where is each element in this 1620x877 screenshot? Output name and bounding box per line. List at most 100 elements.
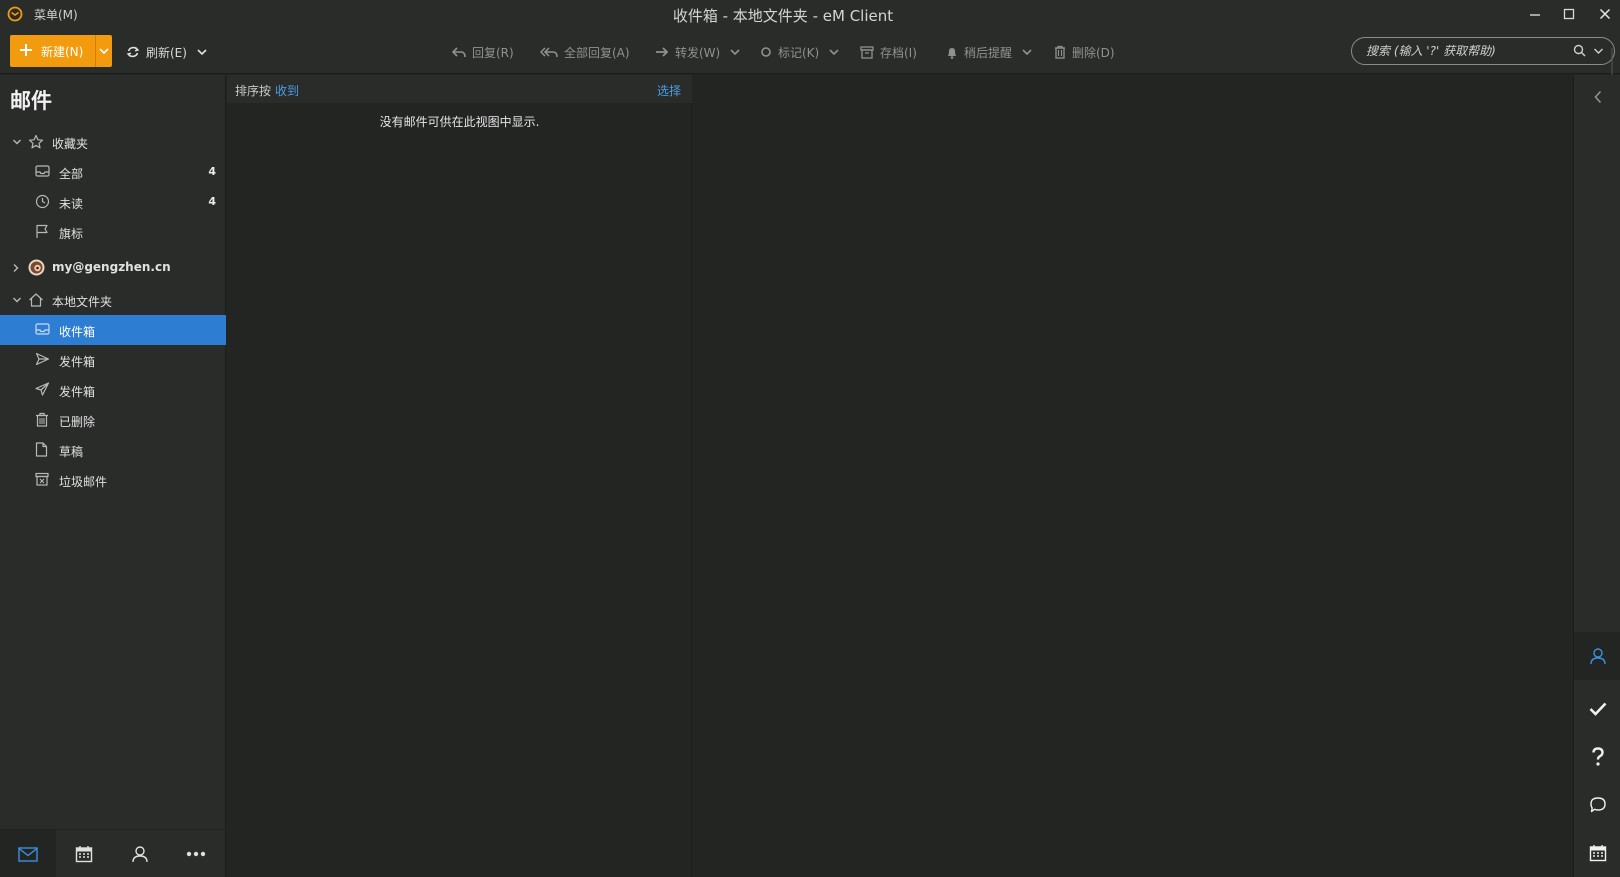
select-link[interactable]: 选择	[657, 82, 681, 99]
account-label: my@gengzhen.cn	[52, 260, 171, 274]
sidebar-item-flagged[interactable]: 旗标	[0, 217, 226, 247]
chat-button[interactable]	[1574, 781, 1620, 829]
calendar-icon	[1589, 844, 1607, 862]
person-icon	[131, 845, 149, 863]
sidebar-item-outbox[interactable]: 发件箱	[0, 345, 226, 375]
trash-icon	[1054, 45, 1066, 59]
snooze-button[interactable]: 稍后提醒	[946, 42, 1033, 62]
sidebar-item-deleted[interactable]: 已删除	[0, 405, 226, 435]
archive-label: 存档(I)	[880, 45, 917, 60]
title-bar: 菜单(M) 收件箱 - 本地文件夹 - eM Client	[0, 0, 1620, 28]
sidebar-item-label: 发件箱	[59, 385, 96, 399]
sent-icon	[35, 382, 50, 396]
collapse-sidebar-button[interactable]	[1574, 79, 1620, 115]
favorites-group[interactable]: 收藏夹	[0, 127, 226, 157]
sidebar-item-unread[interactable]: 未读 4	[0, 187, 226, 217]
delete-button[interactable]: 删除(D)	[1054, 42, 1115, 62]
chat-bubble-icon	[1589, 796, 1607, 814]
reply-button[interactable]: 回复(R)	[452, 42, 514, 62]
account-group[interactable]: my@gengzhen.cn	[0, 252, 226, 282]
draft-icon	[35, 442, 48, 457]
reply-all-icon	[540, 46, 558, 58]
unread-count-badge: 4	[208, 165, 216, 178]
sort-bar: 排序按 收到 选择	[227, 75, 692, 103]
toolbar: 新建(N) 刷新(E) 回复(R) 全部回复(A) 转发(W) 标记(K) 存档…	[0, 28, 1620, 88]
archive-button[interactable]: 存档(I)	[860, 42, 917, 62]
outbox-icon	[35, 352, 50, 366]
window-title: 收件箱 - 本地文件夹 - eM Client	[672, 7, 894, 25]
reply-all-button[interactable]: 全部回复(A)	[540, 42, 630, 62]
sidebar-item-label: 未读	[59, 197, 84, 211]
sidebar-item-label: 全部	[59, 167, 84, 181]
sort-by-label: 排序按	[235, 84, 272, 98]
clock-icon	[35, 194, 50, 209]
sidebar-item-sent[interactable]: 发件箱	[0, 375, 226, 405]
reply-all-label: 全部回复(A)	[564, 45, 630, 60]
forward-arrow-icon	[655, 46, 669, 58]
module-switcher	[0, 829, 226, 877]
checkmark-icon	[1589, 702, 1607, 716]
search-icon[interactable]	[1573, 44, 1586, 57]
reply-label: 回复(R)	[472, 45, 514, 60]
sidebar-item-label: 发件箱	[59, 355, 96, 369]
forward-dropdown-chevron-icon[interactable]	[729, 47, 741, 57]
expand-chevron-down-icon[interactable]	[12, 296, 22, 304]
expand-chevron-down-icon[interactable]	[12, 138, 22, 146]
new-button[interactable]: 新建(N)	[10, 35, 112, 67]
sidebar-item-label: 垃圾邮件	[59, 475, 108, 489]
close-icon[interactable]	[1594, 4, 1616, 24]
refresh-label: 刷新(E)	[146, 45, 187, 60]
mark-button[interactable]: 标记(K)	[760, 42, 840, 62]
sidebar-item-label: 已删除	[59, 415, 96, 429]
mail-module-button[interactable]	[0, 830, 56, 877]
star-icon	[28, 134, 44, 150]
person-icon	[1589, 647, 1607, 665]
new-button-divider	[95, 35, 96, 67]
help-button[interactable]	[1574, 733, 1620, 781]
search-box[interactable]	[1351, 37, 1615, 65]
sidebar-item-all[interactable]: 全部 4	[0, 157, 226, 187]
reply-icon	[452, 46, 466, 58]
maximize-icon[interactable]	[1558, 4, 1580, 24]
refresh-button[interactable]: 刷新(E)	[126, 42, 208, 62]
agenda-button[interactable]	[1574, 829, 1620, 877]
sidebar-item-label: 草稿	[59, 445, 84, 459]
empty-list-message: 没有邮件可供在此视图中显示.	[379, 115, 540, 129]
refresh-icon	[126, 45, 140, 59]
more-modules-button[interactable]	[168, 830, 224, 877]
account-avatar	[28, 259, 45, 276]
tasks-button[interactable]	[1574, 685, 1620, 733]
forward-label: 转发(W)	[675, 45, 721, 60]
new-button-label: 新建(N)	[41, 45, 84, 59]
sidebar-item-inbox[interactable]: 收件箱	[0, 315, 226, 345]
chevron-left-icon	[1593, 90, 1603, 104]
calendar-module-button[interactable]	[56, 830, 112, 877]
right-sidebar	[1573, 75, 1620, 877]
circle-icon	[760, 46, 772, 58]
delete-label: 删除(D)	[1072, 45, 1115, 60]
sort-field-link[interactable]: 收到	[275, 82, 299, 99]
sidebar-item-label: 收件箱	[59, 325, 96, 339]
plus-icon	[19, 43, 33, 57]
home-icon	[28, 292, 44, 308]
forward-button[interactable]: 转发(W)	[655, 42, 741, 62]
new-dropdown-chevron-icon[interactable]	[98, 46, 110, 56]
expand-chevron-right-icon[interactable]	[12, 263, 20, 273]
search-options-chevron-icon[interactable]	[1593, 47, 1604, 55]
mark-label: 标记(K)	[778, 45, 820, 60]
sidebar: 邮件 收藏夹 全部 4 未读 4 旗标 my@gengzhen.cn 本地文件夹…	[0, 75, 226, 877]
flag-icon	[35, 224, 49, 239]
local-folders-label: 本地文件夹	[52, 295, 113, 309]
favorites-label: 收藏夹	[52, 137, 89, 151]
contacts-module-button[interactable]	[112, 830, 168, 877]
sidebar-item-junk[interactable]: 垃圾邮件	[0, 465, 226, 495]
local-folders-group[interactable]: 本地文件夹	[0, 285, 226, 315]
refresh-dropdown-chevron-icon[interactable]	[196, 47, 208, 57]
calendar-icon	[75, 845, 93, 863]
mark-dropdown-chevron-icon[interactable]	[828, 47, 840, 57]
sidebar-item-drafts[interactable]: 草稿	[0, 435, 226, 465]
minimize-icon[interactable]	[1524, 4, 1546, 24]
contact-details-button[interactable]	[1574, 632, 1620, 680]
search-input[interactable]	[1366, 42, 1556, 60]
snooze-dropdown-chevron-icon[interactable]	[1021, 47, 1033, 57]
